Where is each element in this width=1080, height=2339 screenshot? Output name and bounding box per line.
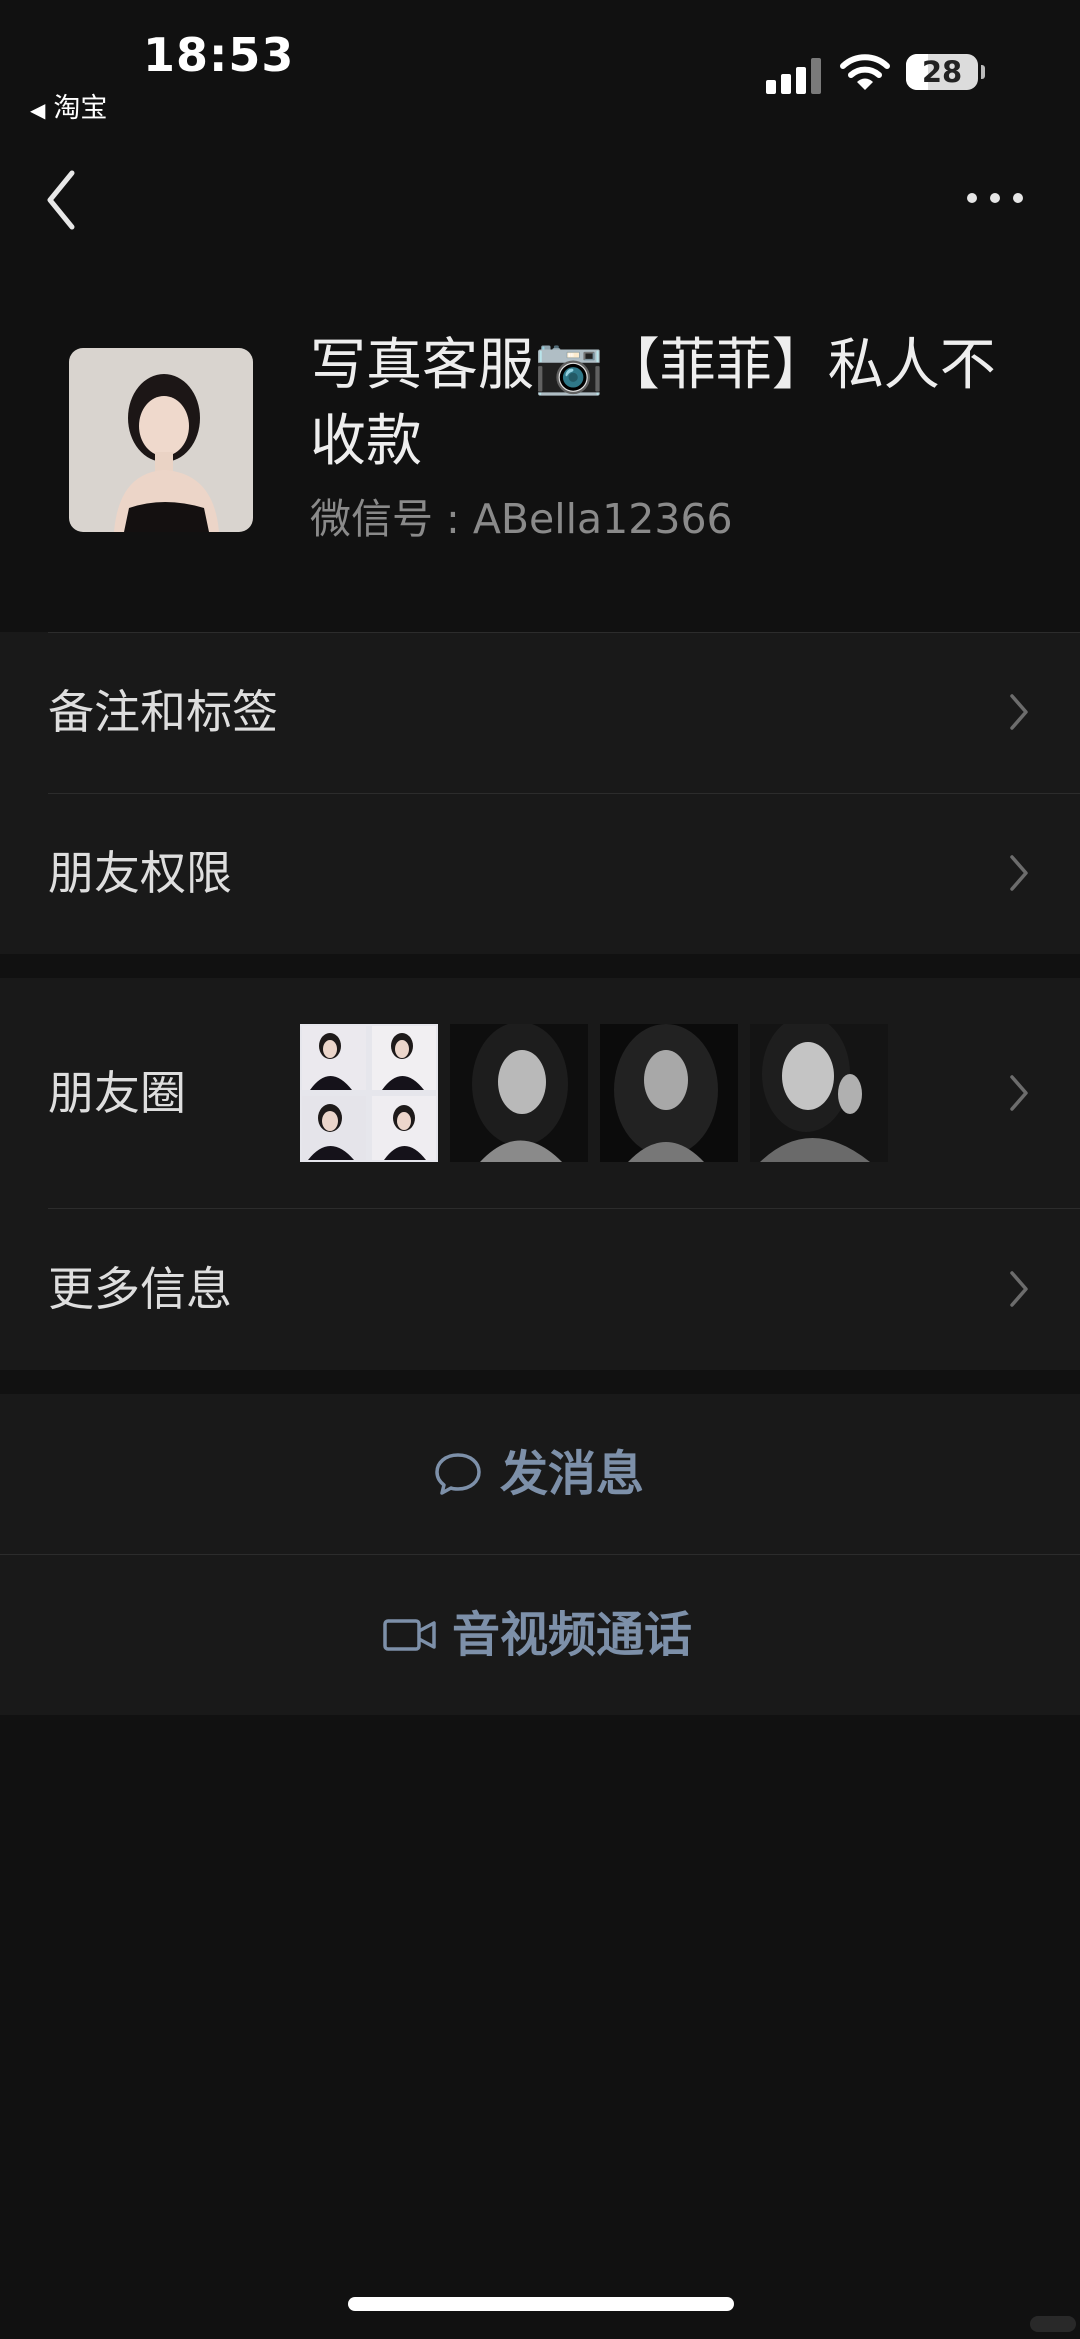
notes-and-tags-row[interactable]: 备注和标签: [0, 632, 1080, 792]
moments-thumbnail: [750, 1024, 888, 1162]
wechat-id: 微信号 : ABella12366: [310, 495, 733, 543]
friend-permissions-row[interactable]: 朋友权限: [0, 793, 1080, 953]
chevron-right-icon: [1010, 1271, 1028, 1307]
battery-tip: [981, 65, 985, 79]
chevron-right-icon: [1010, 855, 1028, 891]
back-app-label: 淘宝: [53, 93, 108, 124]
more-info-label: 更多信息: [48, 1262, 232, 1316]
profile-name: 写真客服📷【菲菲】私人不收款: [310, 333, 996, 474]
back-chevron-icon[interactable]: [40, 165, 90, 235]
video-call-button[interactable]: 音视频通话: [0, 1555, 1080, 1715]
back-to-app-link[interactable]: ◀ 淘宝: [30, 86, 107, 125]
send-message-button[interactable]: 发消息: [0, 1394, 1080, 1554]
wifi-icon: [840, 54, 890, 90]
notes-and-tags-label: 备注和标签: [48, 685, 278, 739]
watermark-logo: [1030, 2316, 1076, 2332]
home-indicator[interactable]: [348, 2297, 734, 2311]
more-info-row[interactable]: 更多信息: [0, 1209, 1080, 1369]
profile-info-group: 朋友圈 更多信息: [0, 978, 1080, 1370]
friend-permissions-label: 朋友权限: [48, 846, 232, 900]
moments-thumbnail: [300, 1024, 438, 1162]
moments-thumbnail: [600, 1024, 738, 1162]
moments-thumbnail: [450, 1024, 588, 1162]
video-camera-icon: [383, 1619, 436, 1651]
chevron-right-icon: [1010, 1075, 1028, 1111]
status-bar: 18:53 ◀ 淘宝 28: [0, 0, 1080, 130]
chevron-right-icon: [1010, 694, 1028, 730]
battery-level: 28: [921, 55, 963, 89]
chat-bubble-icon: [435, 1453, 481, 1495]
moments-label: 朋友圈: [48, 1066, 186, 1120]
moments-row[interactable]: 朋友圈: [0, 978, 1080, 1208]
cellular-signal-icon: [766, 58, 822, 94]
video-call-label: 音视频通话: [452, 1607, 693, 1663]
profile-settings-group: 备注和标签 朋友权限: [0, 632, 1080, 954]
send-message-label: 发消息: [500, 1446, 645, 1502]
avatar[interactable]: [69, 348, 253, 532]
more-options-button[interactable]: [965, 178, 1025, 218]
back-triangle-icon: ◀: [30, 98, 46, 122]
battery-icon: 28: [906, 54, 978, 90]
status-time: 18:53: [143, 28, 295, 82]
avatar-photo: [69, 348, 253, 532]
